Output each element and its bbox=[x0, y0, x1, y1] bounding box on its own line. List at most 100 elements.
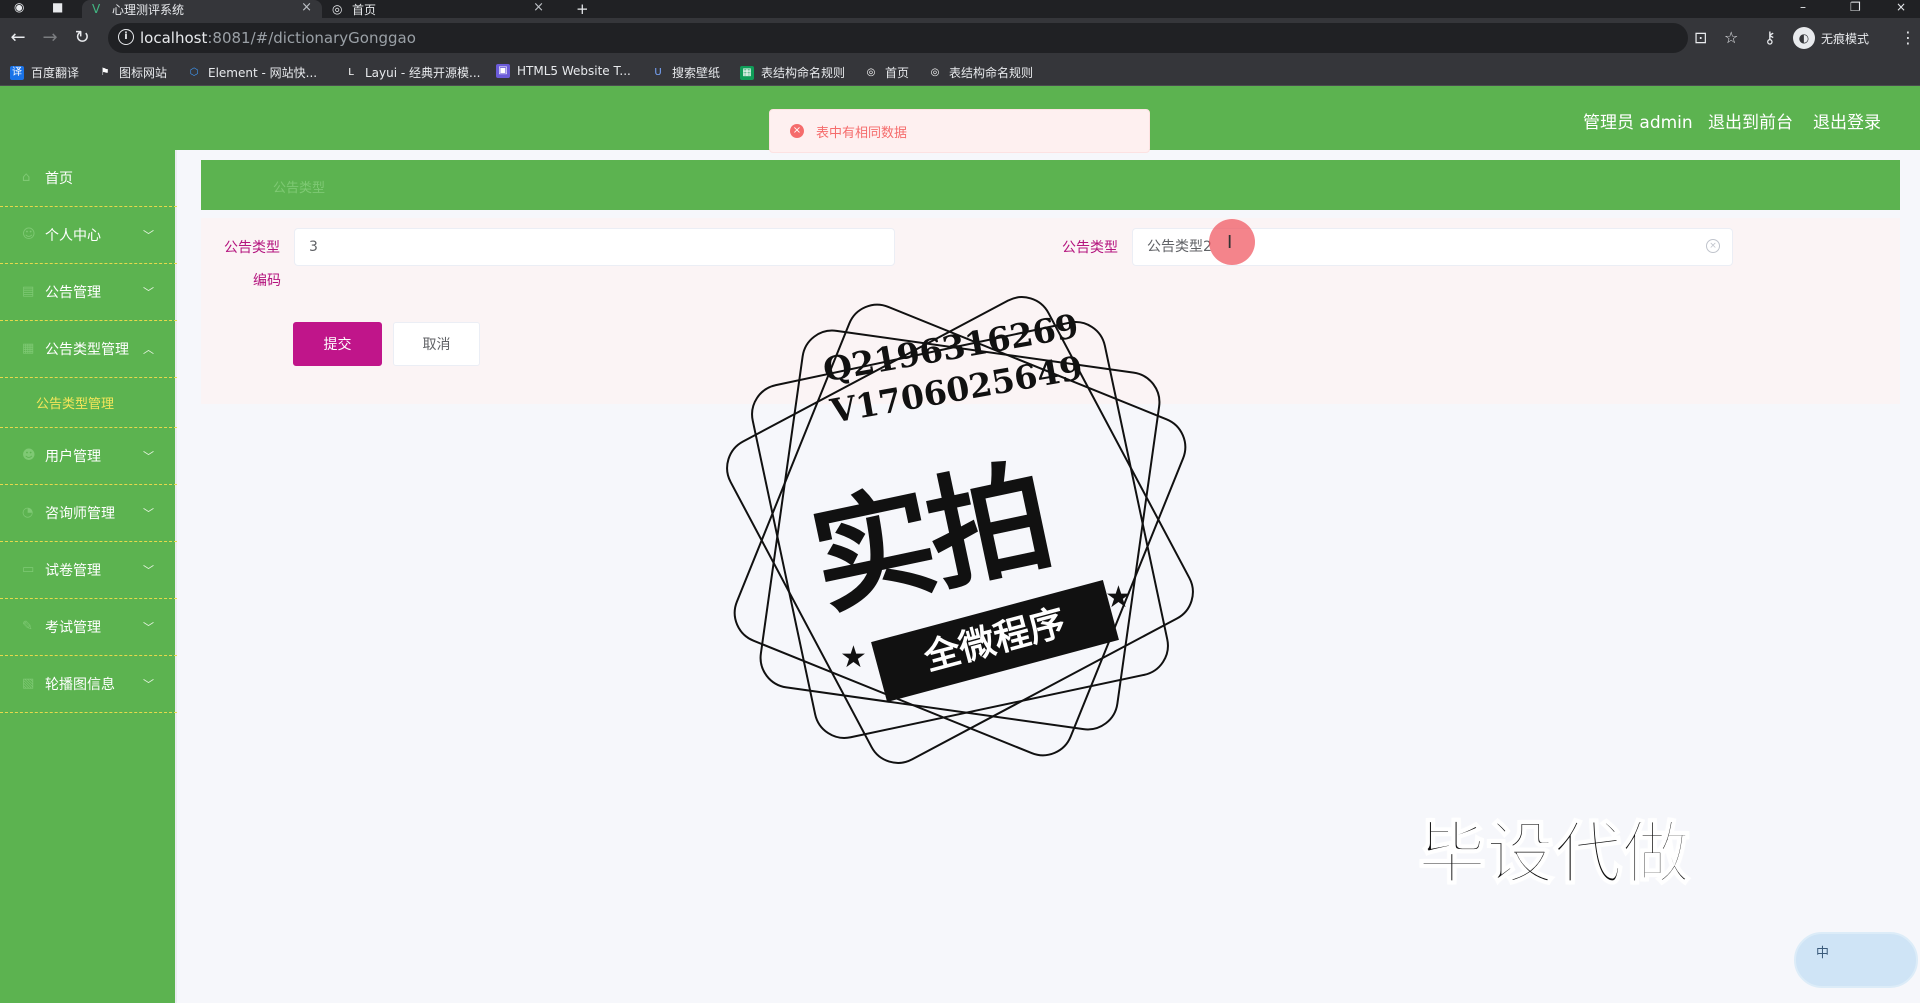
exam-icon: ✎ bbox=[22, 619, 33, 634]
incognito-icon: ◐ bbox=[1793, 27, 1815, 49]
close-icon[interactable]: × bbox=[301, 0, 312, 15]
exit-to-front-link[interactable]: 退出到前台 bbox=[1708, 108, 1793, 133]
chevron-down-icon: ﹀ bbox=[143, 678, 154, 691]
sidebar-item-exams[interactable]: ✎ 考试管理 ﹀ bbox=[0, 599, 177, 656]
sheet-icon: ▦ bbox=[740, 65, 754, 80]
incognito-indicator[interactable]: ◐ 无痕模式 bbox=[1793, 26, 1869, 50]
toast-message: 表中有相同数据 bbox=[816, 125, 908, 141]
menu-label: 轮播图信息 bbox=[45, 677, 115, 693]
incognito-label: 无痕模式 bbox=[1821, 31, 1870, 46]
type-name-label: 公告类型 bbox=[1062, 240, 1118, 256]
chevron-down-icon: ﹀ bbox=[143, 507, 154, 520]
cancel-button[interactable]: 取消 bbox=[393, 322, 480, 366]
tab-app[interactable]: V 心理测评系统 × bbox=[82, 0, 322, 18]
browser-toolbar: ← → ↻ i localhost:8081/#/dictionaryGongg… bbox=[0, 18, 1920, 58]
bookmark-item[interactable]: L Layui - 经典开源模... bbox=[344, 64, 480, 81]
bookmark-item[interactable]: ⚑ 图标网站 bbox=[98, 64, 168, 81]
error-circle-icon: × bbox=[790, 124, 804, 138]
category-icon: ▦ bbox=[22, 341, 35, 356]
bookmark-item[interactable]: ▦ 表结构命名规则 bbox=[740, 64, 845, 81]
close-icon[interactable]: × bbox=[533, 0, 544, 15]
admin-username: 管理员 admin bbox=[1583, 113, 1693, 133]
counselor-icon: ◔ bbox=[22, 505, 34, 520]
sidebar-menu: ⌂ 首页 ☺ 个人中心 ﹀ ▤ 公告管理 ﹀ ▦ 公告类型管理 ︿ 公告类型管理… bbox=[0, 150, 177, 1003]
clear-icon[interactable]: × bbox=[1706, 239, 1720, 253]
text-cursor-icon: I bbox=[1227, 232, 1233, 253]
chrome-menu-icon[interactable]: ◉ bbox=[14, 0, 24, 14]
vue-logo-icon: V bbox=[92, 2, 101, 16]
browser-tab-strip: ◉ ■ V 心理测评系统 × ◎ 首页 × + – ❐ × bbox=[0, 0, 1920, 18]
menu-label: 考试管理 bbox=[45, 620, 101, 636]
translate-icon: 译 bbox=[10, 65, 24, 80]
type-code-input[interactable]: 3 bbox=[294, 228, 895, 266]
users-icon: ☻ bbox=[22, 448, 36, 463]
wallpaper-icon: U bbox=[654, 66, 662, 78]
side-watermark-text: 毕设代做 bbox=[1417, 814, 1691, 895]
tab-title: 心理测评系统 bbox=[112, 2, 185, 17]
edit-form: 公告类型 编码 3 公告类型 公告类型2 × 提交 取消 bbox=[201, 218, 1900, 404]
submenu-label: 公告类型管理 bbox=[36, 397, 115, 412]
bookmark-item[interactable]: ◎ 首页 bbox=[864, 64, 909, 81]
home-icon: ⌂ bbox=[22, 170, 31, 185]
forward-arrow-icon[interactable]: → bbox=[38, 26, 62, 50]
tab-home[interactable]: ◎ 首页 × bbox=[322, 0, 554, 18]
tab-title: 首页 bbox=[352, 2, 377, 17]
menu-label: 试卷管理 bbox=[45, 563, 101, 579]
floating-assistant-widget[interactable]: 中 bbox=[1794, 932, 1918, 988]
translate-page-icon[interactable]: ⊡ bbox=[1694, 28, 1707, 47]
breadcrumb: 公告类型 bbox=[201, 160, 1900, 210]
breadcrumb-current[interactable]: 公告类型 bbox=[273, 177, 325, 196]
sidebar-item-notices[interactable]: ▤ 公告管理 ﹀ bbox=[0, 264, 177, 321]
menu-label: 用户管理 bbox=[45, 449, 101, 465]
bookmark-star-icon[interactable]: ☆ bbox=[1724, 28, 1738, 47]
bookmarks-bar: 译百度翻译 ⚑ 图标网站 ⬡ Element - 网站快... L Layui - 经… bbox=[0, 58, 1920, 86]
bookmark-item[interactable]: ▣ HTML5 Website T... bbox=[496, 64, 631, 78]
sidebar-item-home[interactable]: ⌂ 首页 bbox=[0, 150, 177, 207]
url-text[interactable]: localhost:8081/#/dictionaryGonggao bbox=[140, 29, 416, 47]
sidebar-item-notice-types[interactable]: ▦ 公告类型管理 ︿ bbox=[0, 321, 177, 378]
new-tab-icon[interactable]: + bbox=[576, 0, 589, 18]
error-toast: × 表中有相同数据 bbox=[769, 109, 1150, 153]
ime-indicator: 中 bbox=[1816, 946, 1830, 961]
menu-label: 个人中心 bbox=[45, 228, 101, 244]
chevron-down-icon: ﹀ bbox=[143, 621, 154, 634]
bookmark-item[interactable]: ⬡ Element - 网站快... bbox=[187, 64, 317, 81]
menu-label: 公告管理 bbox=[45, 285, 101, 301]
element-icon: ⬡ bbox=[189, 66, 199, 78]
menu-label: 咨询师管理 bbox=[45, 506, 115, 522]
sidebar-item-profile[interactable]: ☺ 个人中心 ﹀ bbox=[0, 207, 177, 264]
html5-icon: ▣ bbox=[496, 64, 510, 78]
globe-icon: ◎ bbox=[930, 66, 940, 78]
reload-icon[interactable]: ↻ bbox=[70, 26, 94, 50]
bookmark-item[interactable]: U 搜索壁纸 bbox=[651, 64, 720, 81]
bookmark-item[interactable]: ◎ 表结构命名规则 bbox=[928, 64, 1033, 81]
submenu-item-notice-types[interactable]: 公告类型管理 bbox=[0, 378, 177, 428]
password-key-icon[interactable]: ⚷ bbox=[1764, 28, 1776, 47]
site-info-icon[interactable]: i bbox=[118, 29, 134, 45]
minimize-icon[interactable]: – bbox=[1800, 0, 1806, 14]
bookmark-item[interactable]: 译百度翻译 bbox=[10, 64, 79, 81]
menu-label: 公告类型管理 bbox=[45, 342, 129, 358]
chevron-down-icon: ﹀ bbox=[143, 450, 154, 463]
paper-icon: ▭ bbox=[22, 562, 35, 577]
type-code-sublabel: 编码 bbox=[253, 273, 281, 289]
window-close-icon[interactable]: × bbox=[1896, 0, 1906, 14]
menu-label: 首页 bbox=[45, 171, 73, 187]
restore-icon[interactable]: ❐ bbox=[1850, 0, 1861, 14]
sidebar-item-papers[interactable]: ▭ 试卷管理 ﹀ bbox=[0, 542, 177, 599]
back-arrow-icon[interactable]: ← bbox=[6, 26, 30, 50]
type-code-label: 公告类型 bbox=[224, 240, 280, 256]
chevron-down-icon: ﹀ bbox=[143, 564, 154, 577]
tab-search-icon[interactable]: ■ bbox=[52, 0, 63, 14]
layui-icon: L bbox=[348, 66, 354, 78]
sidebar-item-users[interactable]: ☻ 用户管理 ﹀ bbox=[0, 428, 177, 485]
chevron-down-icon: ﹀ bbox=[143, 229, 154, 242]
address-bar[interactable]: i localhost:8081/#/dictionaryGonggao bbox=[108, 23, 1688, 53]
sidebar-item-counselors[interactable]: ◔ 咨询师管理 ﹀ bbox=[0, 485, 177, 542]
notice-icon: ▤ bbox=[22, 284, 35, 299]
type-name-value: 公告类型2 bbox=[1147, 239, 1212, 255]
logout-link[interactable]: 退出登录 bbox=[1813, 108, 1881, 133]
submit-button[interactable]: 提交 bbox=[293, 322, 382, 366]
sidebar-item-carousel[interactable]: ▧ 轮播图信息 ﹀ bbox=[0, 656, 177, 713]
kebab-menu-icon[interactable]: ⋮ bbox=[1900, 28, 1916, 47]
